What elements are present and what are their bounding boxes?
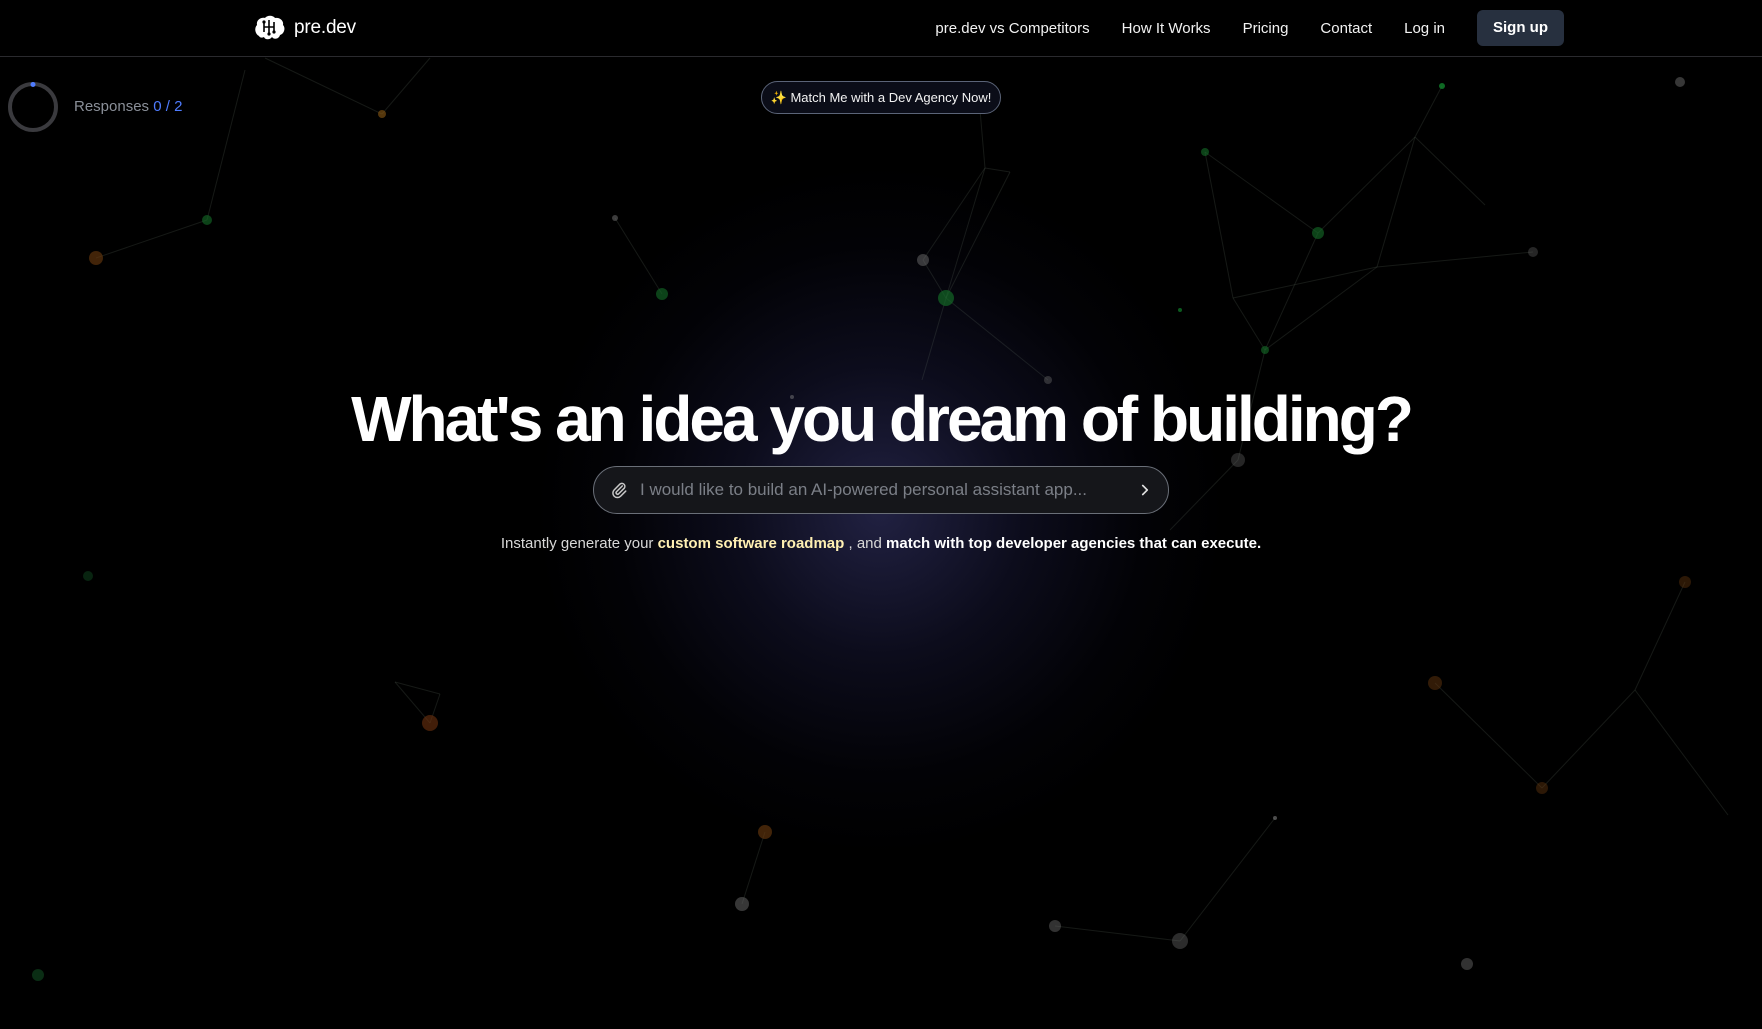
nav-links: pre.dev vs Competitors How It Works Pric… [903, 10, 1564, 46]
responses-counter: Responses 0 / 2 [74, 98, 182, 115]
nav-link-contact[interactable]: Contact [1320, 20, 1372, 37]
responses-label: Responses [74, 98, 150, 115]
tagline-bold: match with top developer agencies that c… [886, 535, 1262, 552]
responses-count: 0 / 2 [153, 98, 183, 115]
chevron-right-icon[interactable] [1136, 481, 1154, 499]
idea-input[interactable] [640, 467, 1120, 513]
nav-link-login[interactable]: Log in [1404, 20, 1445, 37]
tagline-middle: , and [848, 535, 882, 552]
match-agency-button[interactable]: ✨ Match Me with a Dev Agency Now! [761, 81, 1001, 114]
hero-tagline: Instantly generate your custom software … [0, 535, 1762, 552]
tagline-prefix: Instantly generate your [500, 535, 654, 552]
brand-logo[interactable]: pre.dev [253, 14, 356, 42]
paperclip-icon[interactable] [610, 481, 628, 499]
network-background [32, 57, 1729, 981]
brain-logo-icon [255, 15, 285, 40]
idea-search-bar [593, 466, 1169, 514]
responses-progress-ring [8, 82, 58, 132]
nav-link-competitors[interactable]: pre.dev vs Competitors [935, 20, 1089, 37]
tagline-highlight: custom software roadmap [657, 535, 845, 552]
progress-indicator-dot [30, 82, 36, 87]
top-navbar: pre.dev pre.dev vs Competitors How It Wo… [0, 0, 1762, 57]
page: pre.dev pre.dev vs Competitors How It Wo… [0, 0, 1762, 1029]
brand-name: pre.dev [294, 17, 356, 38]
nav-link-how-it-works[interactable]: How It Works [1122, 20, 1211, 37]
signup-button[interactable]: Sign up [1477, 10, 1564, 46]
nav-link-pricing[interactable]: Pricing [1243, 20, 1289, 37]
hero-headline: What's an idea you dream of building? [351, 383, 1414, 455]
